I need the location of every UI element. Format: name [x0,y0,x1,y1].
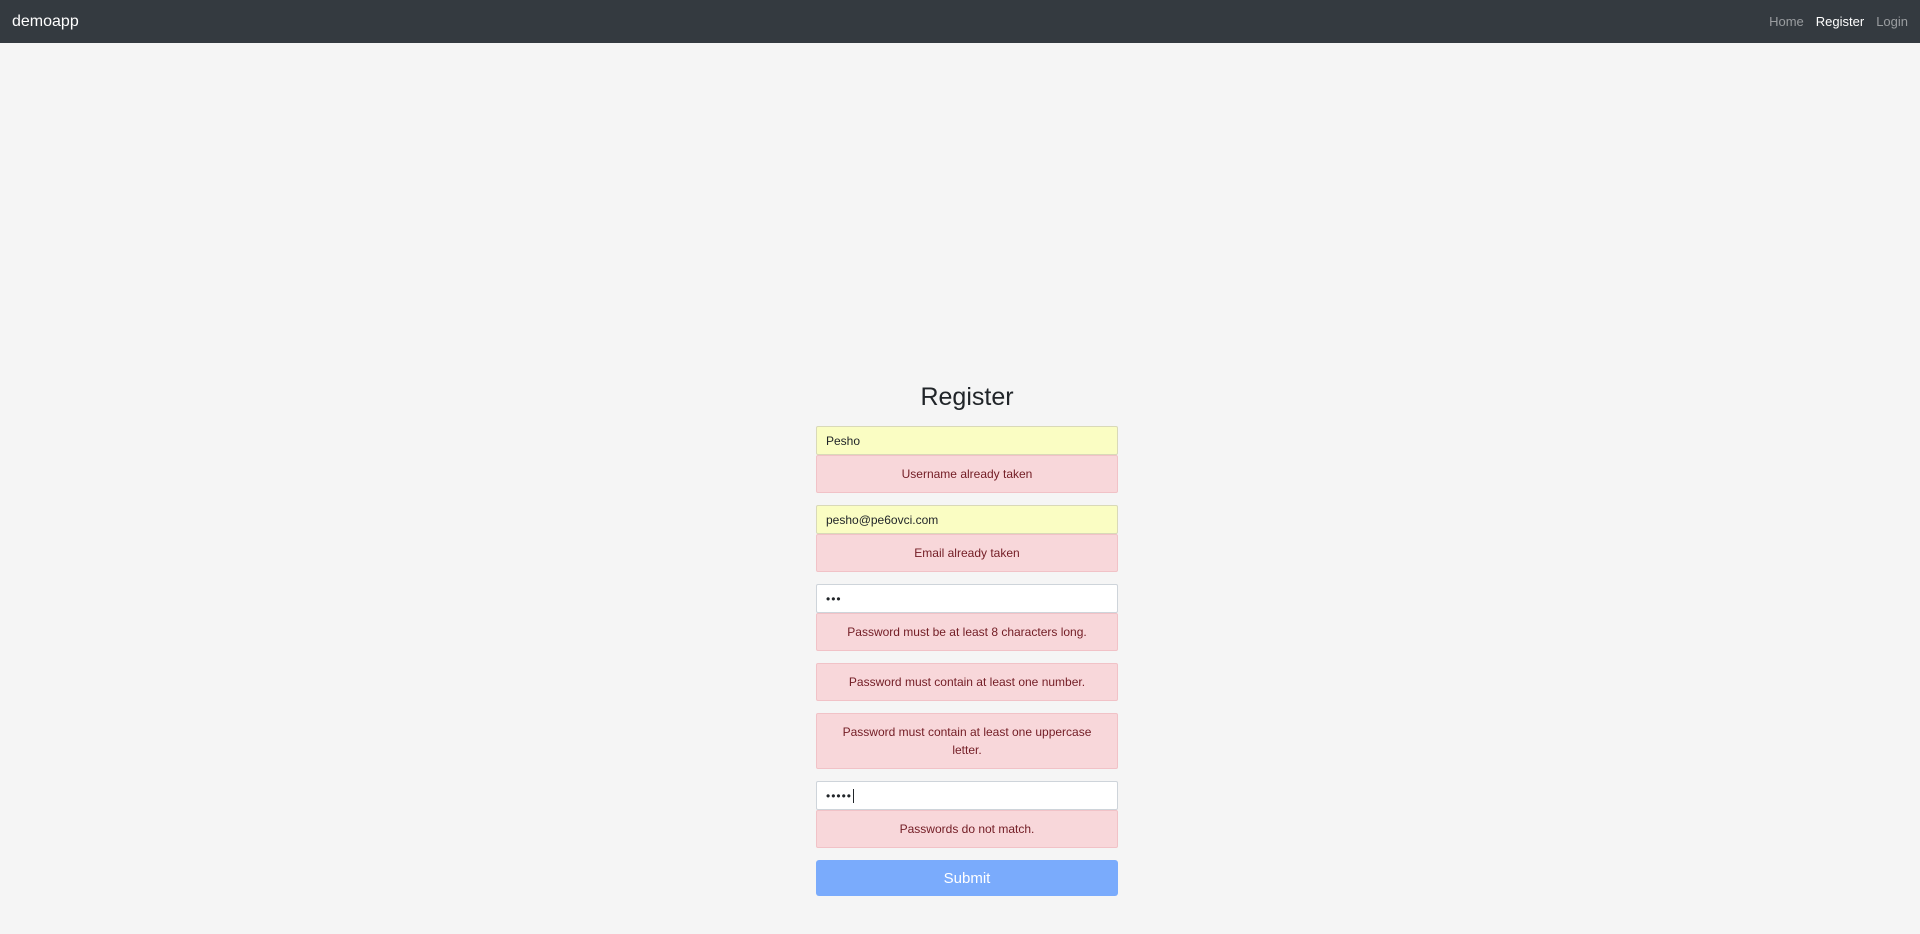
confirm-password-group: ••••• Passwords do not match. [816,781,1118,848]
brand-link[interactable]: demoapp [12,13,79,31]
submit-button[interactable]: Submit [816,860,1118,896]
password-group: ••• Password must be at least 8 characte… [816,584,1118,769]
username-group: Pesho Username already taken [816,426,1118,493]
confirm-password-value: ••••• [826,788,853,803]
username-value: Pesho [826,433,861,448]
username-input[interactable]: Pesho [816,426,1118,455]
nav-links: Home Register Login [1757,14,1908,29]
password-error-length: Password must be at least 8 characters l… [816,613,1118,651]
confirm-password-error: Passwords do not match. [816,810,1118,848]
nav-link-register[interactable]: Register [1804,14,1864,29]
text-caret [853,788,855,803]
email-input[interactable]: pesho@pe6ovci.com [816,505,1118,534]
nav-link-login[interactable]: Login [1864,14,1908,29]
email-error: Email already taken [816,534,1118,572]
email-group: pesho@pe6ovci.com Email already taken [816,505,1118,572]
confirm-password-input[interactable]: ••••• [816,781,1118,810]
register-form: Register Pesho Username already taken pe… [816,380,1118,896]
username-error: Username already taken [816,455,1118,493]
password-input[interactable]: ••• [816,584,1118,613]
nav-link-home[interactable]: Home [1757,14,1804,29]
page-title: Register [920,383,1014,411]
password-error-uppercase: Password must contain at least one upper… [816,713,1118,769]
top-navbar: demoapp Home Register Login [0,0,1920,43]
password-error-number: Password must contain at least one numbe… [816,663,1118,701]
password-value: ••• [826,591,842,606]
email-value: pesho@pe6ovci.com [826,512,939,527]
